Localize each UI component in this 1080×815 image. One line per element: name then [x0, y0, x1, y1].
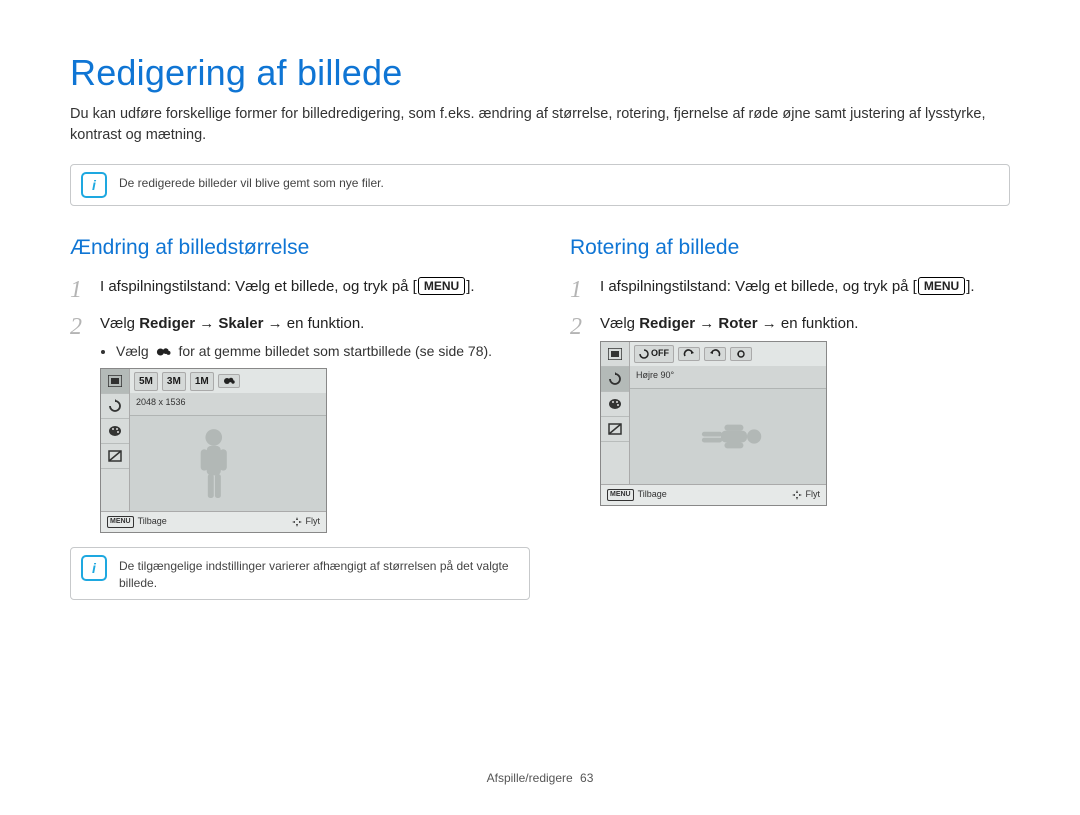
step1-text-a: I afspilningstilstand: Vælg et billede, … [100, 278, 417, 295]
lcd-main: OFF [630, 342, 826, 484]
lcd-move-label: Flyt [806, 488, 821, 502]
columns: Ændring af billedstørrelse I afspilnings… [70, 236, 1010, 630]
lcd-back-label: Tilbage [638, 488, 667, 502]
bullet-a: Vælg [116, 343, 153, 359]
step-2: Vælg Rediger → Roter → en funktion. [570, 313, 1010, 507]
chip-5m: 5M [134, 372, 158, 391]
footer-section: Afspille/redigere [487, 771, 573, 785]
lcd-mock-rotate: OFF [600, 341, 827, 506]
lcd-sidebar [601, 342, 630, 484]
column-right: Rotering af billede I afspilningstilstan… [570, 236, 1010, 630]
bullet-b: for at gemme billedet som startbillede (… [175, 343, 492, 359]
intro-text: Du kan udføre forskellige former for bil… [70, 104, 1010, 146]
lcd-body: 5M 3M 1M 2048 x 1536 [101, 369, 326, 511]
lcd-back-group: MENU Tilbage [607, 488, 667, 502]
lcd-preview [630, 389, 826, 484]
chip-1m: 1M [190, 372, 214, 391]
arrow-icon: → [195, 315, 218, 332]
lcd-bottombar: MENU Tilbage Flyt [101, 511, 326, 532]
resize-mode-icon [101, 369, 129, 394]
lcd-sidebar [101, 369, 130, 511]
adjust-icon [601, 417, 629, 442]
bullet-list: Vælg for at gemme billedet som startbill… [100, 341, 530, 362]
lcd-move-group: Flyt [792, 488, 821, 502]
rotate-mode-icon [601, 367, 629, 392]
note-bottom-text: De tilgængelige indstillinger varierer a… [119, 555, 519, 592]
lcd-toprow: OFF [630, 342, 826, 366]
lcd-back-group: MENU Tilbage [107, 515, 167, 529]
chip-off-text: OFF [651, 347, 669, 361]
lcd-move-group: Flyt [292, 515, 321, 529]
step2-a: Vælg [100, 315, 139, 332]
step2-a: Vælg [600, 315, 639, 332]
palette-icon [601, 392, 629, 417]
lcd-body: OFF [601, 342, 826, 484]
step1-text-c: ]. [466, 278, 474, 295]
step2-e: → en funktion. [263, 315, 364, 332]
step-1: I afspilningstilstand: Vælg et billede, … [70, 276, 530, 299]
step2-b: Rediger [639, 315, 695, 332]
arrow-icon: → [695, 315, 718, 332]
footer-page-number: 63 [580, 771, 593, 785]
section-rotate-title: Rotering af billede [570, 236, 1010, 260]
lcd-info: 2048 x 1536 [130, 393, 326, 416]
chip-rotate-right-icon [678, 347, 700, 361]
startimage-icon [156, 345, 172, 359]
lcd-move-label: Flyt [306, 515, 321, 529]
page-title: Redigering af billede [70, 52, 1010, 94]
column-left: Ændring af billedstørrelse I afspilnings… [70, 236, 530, 630]
lcd-preview [130, 416, 326, 511]
chip-rotate-left-icon [704, 347, 726, 361]
lcd-bottombar: MENU Tilbage Flyt [601, 484, 826, 505]
step2-d: Skaler [218, 315, 263, 332]
step2-b: Rediger [139, 315, 195, 332]
step-1: I afspilningstilstand: Vælg et billede, … [570, 276, 1010, 299]
page: Redigering af billede Du kan udføre fors… [0, 0, 1080, 815]
rotate-mode-icon [101, 394, 129, 419]
resize-mode-icon [601, 342, 629, 367]
menu-button-label: MENU [418, 277, 465, 295]
note-icon: i [81, 172, 107, 198]
lcd-mock-resize: 5M 3M 1M 2048 x 1536 [100, 368, 327, 533]
bullet-item: Vælg for at gemme billedet som startbill… [116, 341, 530, 362]
steps-resize: I afspilningstilstand: Vælg et billede, … [70, 276, 530, 533]
page-footer: Afspille/redigere 63 [0, 771, 1080, 785]
lcd-back-label: Tilbage [138, 515, 167, 529]
dpad-icon [292, 517, 302, 527]
menu-button-label: MENU [918, 277, 965, 295]
step2-d: Roter [718, 315, 757, 332]
section-resize-title: Ændring af billedstørrelse [70, 236, 530, 260]
note-icon: i [81, 555, 107, 581]
step1-text-a: I afspilningstilstand: Vælg et billede, … [600, 278, 917, 295]
note-top-text: De redigerede billeder vil blive gemt so… [119, 172, 384, 192]
step2-e: → en funktion. [758, 315, 859, 332]
step-2: Vælg Rediger → Skaler → en funktion. Væl… [70, 313, 530, 534]
chip-off: OFF [634, 345, 674, 363]
chip-3m: 3M [162, 372, 186, 391]
menu-small-icon: MENU [607, 489, 634, 501]
palette-icon [101, 419, 129, 444]
step1-text-c: ]. [966, 278, 974, 295]
adjust-icon [101, 444, 129, 469]
dpad-icon [792, 490, 802, 500]
menu-small-icon: MENU [107, 516, 134, 528]
note-top: i De redigerede billeder vil blive gemt … [70, 164, 1010, 206]
steps-rotate: I afspilningstilstand: Vælg et billede, … [570, 276, 1010, 506]
lcd-toprow: 5M 3M 1M [130, 369, 326, 393]
note-bottom-left: i De tilgængelige indstillinger varierer… [70, 547, 530, 600]
lcd-info: Højre 90° [630, 366, 826, 389]
chip-rotate-180-icon [730, 347, 752, 361]
lcd-main: 5M 3M 1M 2048 x 1536 [130, 369, 326, 511]
chip-startimg-icon [218, 374, 240, 388]
